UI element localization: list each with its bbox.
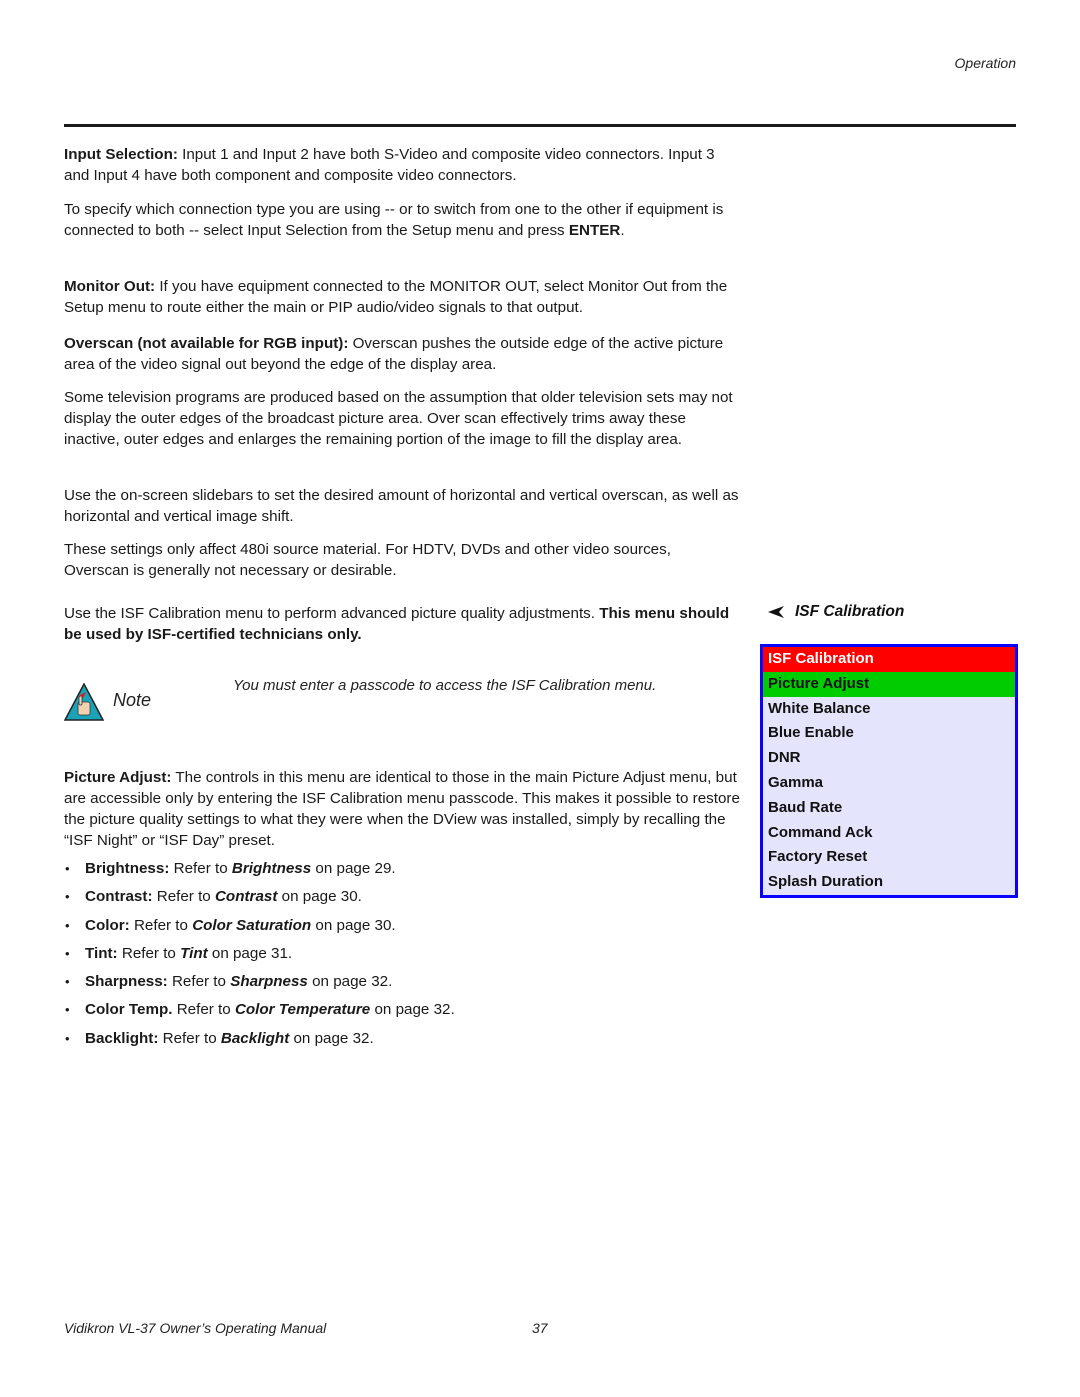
header-rule [64,124,1016,127]
term-label: Picture Adjust: [64,769,172,786]
item-text: Refer to [129,916,193,934]
body-text: These settings only affect 480i source m… [64,541,671,579]
item-text: Refer to [169,860,232,877]
note-hand-icon [64,683,104,721]
paragraph-isf-intro: Use the ISF Calibration menu to perform … [64,603,740,645]
osd-menu-title: ISF Calibration [763,647,1015,672]
item-label: Backlight: [85,1029,159,1047]
item-label: Brightness: [85,860,170,877]
paragraph-monitor-out: Monitor Out: If you have equipment conne… [64,276,740,318]
osd-item-splash-duration[interactable]: Splash Duration [763,870,1015,895]
list-item-tint: Tint: Refer to Tint on page 31. [64,943,455,971]
running-head-section: Operation [954,55,1016,71]
cross-reference-link[interactable]: Sharpness [230,973,308,990]
footer-page-number: 37 [532,1320,548,1336]
paragraph-picture-adjust: Picture Adjust: The controls in this men… [64,767,740,851]
paragraph-480i: These settings only affect 480i source m… [64,539,740,581]
item-text: Refer to [172,1001,235,1019]
body-text: Use the on-screen slidebars to set the d… [64,487,739,525]
item-text: on page 31. [207,944,293,962]
cross-reference-link[interactable]: Backlight [221,1030,289,1047]
osd-item-baud-rate[interactable]: Baud Rate [763,796,1015,821]
cross-reference-link[interactable]: Contrast [215,888,277,905]
item-text: on page 29. [311,860,396,877]
cross-reference-link[interactable]: Color Saturation [192,917,311,934]
body-text: Use the ISF Calibration menu to perform … [64,605,600,622]
paragraph-overscan: Overscan (not available for RGB input): … [64,333,740,375]
osd-item-dnr[interactable]: DNR [763,746,1015,771]
sidebar-heading-text: ISF Calibration [795,603,905,620]
list-item-color: Color: Refer to Color Saturation on page… [64,915,455,943]
isf-calibration-osd-menu: ISF Calibration Picture Adjust White Bal… [760,644,1018,898]
term-label: Input Selection: [64,146,178,163]
osd-item-factory-reset[interactable]: Factory Reset [763,845,1015,870]
note-text: You must enter a passcode to access the … [233,677,657,694]
item-text: on page 32. [307,973,393,991]
picture-adjust-list: Brightness: Refer to Brightness on page … [64,858,455,1056]
sidebar-heading: ISF Calibration [768,603,904,621]
term-label: Overscan (not available for RGB input): [64,335,349,352]
item-text: on page 30. [311,916,396,934]
item-label: Contrast: [85,888,153,906]
list-item-brightness: Brightness: Refer to Brightness on page … [64,858,455,886]
item-text: on page 30. [277,888,362,906]
cross-reference-link[interactable]: Tint [180,945,208,962]
item-text: Refer to [158,1029,221,1047]
osd-item-command-ack[interactable]: Command Ack [763,821,1015,846]
term-label: Monitor Out: [64,278,156,295]
osd-item-white-balance[interactable]: White Balance [763,697,1015,722]
item-label: Sharpness: [85,973,168,991]
osd-item-gamma[interactable]: Gamma [763,771,1015,796]
list-item-sharpness: Sharpness: Refer to Sharpness on page 32… [64,971,455,999]
item-text: Refer to [117,944,181,962]
paragraph-input-selection: Input Selection: Input 1 and Input 2 hav… [64,144,740,186]
item-label: Tint: [85,944,118,962]
cross-reference-link[interactable]: Brightness [232,860,311,877]
body-text: If you have equipment connected to the M… [64,278,728,316]
osd-item-blue-enable[interactable]: Blue Enable [763,721,1015,746]
list-item-color-temp: Color Temp. Refer to Color Temperature o… [64,999,455,1027]
key-name: ENTER [568,222,621,239]
punctuation: . [620,222,625,239]
paragraph-slidebars: Use the on-screen slidebars to set the d… [64,485,740,527]
body-text: Some television programs are produced ba… [64,389,733,448]
list-item-contrast: Contrast: Refer to Contrast on page 30. [64,886,455,914]
paragraph-overscan-explain: Some television programs are produced ba… [64,387,740,450]
item-label: Color Temp. [85,1001,173,1019]
cross-reference-link[interactable]: Color Temperature [235,1001,370,1018]
paragraph-specify: To specify which connection type you are… [64,199,740,241]
list-item-backlight: Backlight: Refer to Backlight on page 32… [64,1028,455,1056]
item-text: Refer to [152,888,215,906]
note-label: Note [113,690,152,710]
footer-manual-title: Vidikron VL-37 Owner’s Operating Manual [64,1320,327,1336]
item-text: on page 32. [289,1029,374,1047]
osd-item-picture-adjust[interactable]: Picture Adjust [763,671,1015,697]
item-text: Refer to [167,973,231,991]
item-label: Color: [85,916,130,934]
item-text: on page 32. [370,1001,455,1019]
